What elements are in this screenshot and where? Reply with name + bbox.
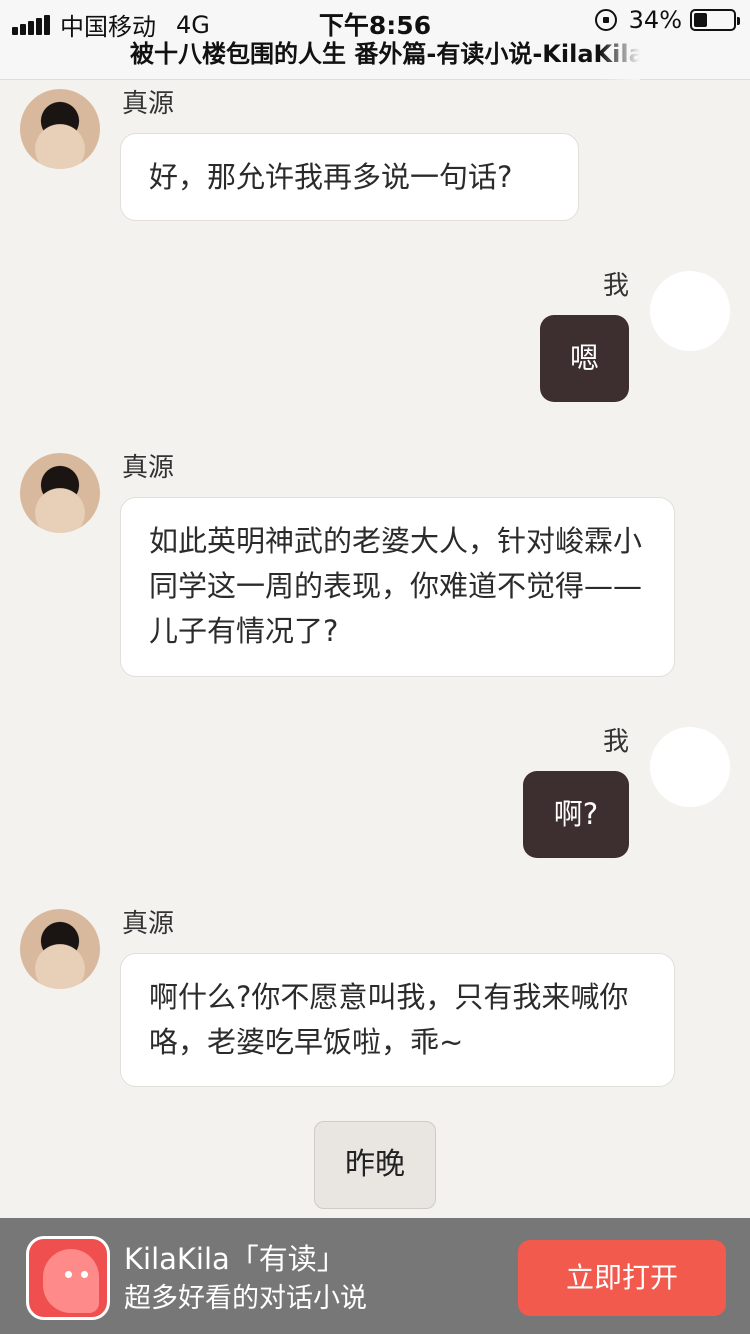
page-title: 被十八楼包围的人生 番外篇-有读小说-KilaKila xyxy=(130,40,640,80)
battery-percent: 34% xyxy=(628,6,682,34)
time-separator: 昨晚 xyxy=(314,1121,436,1209)
message-bubble: 好，那允许我再多说一句话? xyxy=(120,133,579,221)
message-bubble: 如此英明神武的老婆大人，针对峻霖小同学这一周的表现，你难道不觉得——儿子有情况了… xyxy=(120,497,675,677)
message-bubble-self: 啊? xyxy=(523,771,629,858)
message-bubble: 啊什么?你不愿意叫我，只有我来喊你咯，老婆吃早饭啦，乖~ xyxy=(120,953,675,1087)
banner-subtitle: 超多好看的对话小说 xyxy=(124,1283,367,1314)
app-download-banner[interactable]: KilaKila「有读」 超多好看的对话小说 立即打开 xyxy=(0,1218,750,1334)
sender-name: 我 xyxy=(603,727,630,757)
sender-name: 真源 xyxy=(122,89,175,119)
banner-title: KilaKila「有读」 xyxy=(124,1242,346,1276)
avatar-me[interactable] xyxy=(650,727,730,807)
rotation-lock-icon xyxy=(594,9,617,31)
avatar-me[interactable] xyxy=(650,271,730,351)
sender-name: 真源 xyxy=(122,453,175,483)
status-bar: 中国移动 4G 下午8:56 34% xyxy=(0,0,750,41)
sender-name: 我 xyxy=(603,271,630,301)
kilakila-app-icon xyxy=(26,1236,110,1320)
title-bar: 被十八楼包围的人生 番外篇-有读小说-KilaKila xyxy=(0,40,750,80)
message-bubble-self: 嗯 xyxy=(540,315,629,402)
avatar-zhenyuan[interactable] xyxy=(20,453,100,533)
battery-icon xyxy=(690,9,740,31)
open-app-button[interactable]: 立即打开 xyxy=(518,1240,726,1316)
avatar-zhenyuan[interactable] xyxy=(20,89,100,169)
avatar-zhenyuan[interactable] xyxy=(20,909,100,989)
sender-name: 真源 xyxy=(122,909,175,939)
